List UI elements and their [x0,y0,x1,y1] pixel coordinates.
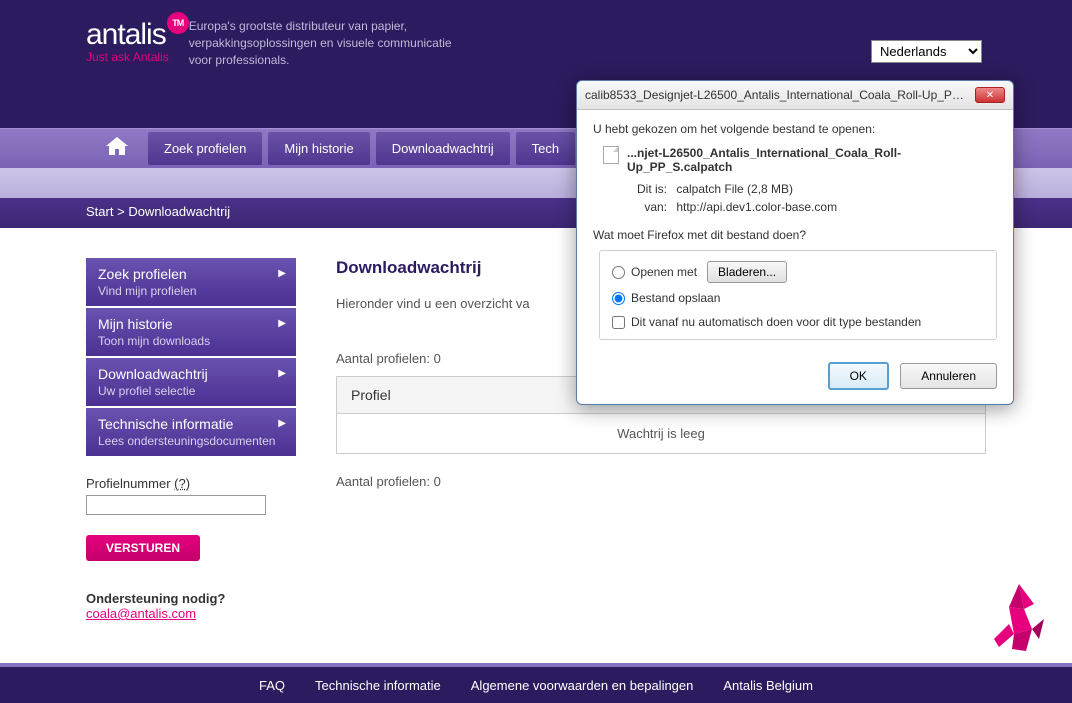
footer-antalis-belgium[interactable]: Antalis Belgium [723,678,813,693]
file-icon [603,146,619,164]
sidebar-item-label: Downloadwachtrij [98,366,284,382]
profile-number-label: Profielnummer (?) [86,476,296,491]
sidebar-item-label: Technische informatie [98,416,284,432]
sidebar-item-label: Mijn historie [98,316,284,332]
support-block: Ondersteuning nodig? coala@antalis.com [86,591,296,621]
chevron-right-icon: ▶ [278,368,286,379]
chevron-right-icon: ▶ [278,318,286,329]
logo-tm-badge: TM [167,12,189,34]
save-file-label: Bestand opslaan [631,291,720,305]
tagline: Just ask Antalis [86,50,169,64]
browse-button[interactable]: Bladeren... [707,261,787,283]
open-with-label: Openen met [631,265,697,279]
dialog-title-text: calib8533_Designjet-L26500_Antalis_Inter… [585,88,965,102]
sidebar-item-sub: Uw profiel selectie [98,384,284,398]
logo-text: antalis [86,18,166,51]
sidebar-item-sub: Lees ondersteuningsdocumenten [98,434,284,448]
table-empty-message: Wachtrij is leeg [337,414,985,453]
breadcrumb-sep: > [117,204,125,219]
language-dropdown[interactable]: Nederlands [871,40,982,63]
cancel-button[interactable]: Annuleren [900,363,997,389]
sidebar-item-label: Zoek profielen [98,266,284,282]
send-button[interactable]: VERSTUREN [86,535,200,561]
dialog-filename: ...njet-L26500_Antalis_International_Coa… [627,146,997,174]
sidebar-item-sub: Toon mijn downloads [98,334,284,348]
open-with-radio[interactable] [612,266,625,279]
footer-faq[interactable]: FAQ [259,678,285,693]
help-hint[interactable]: (?) [174,476,190,491]
breadcrumb-current: Downloadwachtrij [128,204,230,219]
footer-terms[interactable]: Algemene voorwaarden en bepalingen [471,678,694,693]
file-from-label: van: [627,200,667,214]
profile-number-input[interactable] [86,495,266,515]
header-description: Europa's grootste distributeur van papie… [189,18,469,68]
sidebar-item-search[interactable]: Zoek profielen Vind mijn profielen ▶ [86,258,296,306]
sidebar-item-techinfo[interactable]: Technische informatie Lees ondersteuning… [86,408,296,456]
support-email-link[interactable]: coala@antalis.com [86,606,196,621]
file-type-value: calpatch File (2,8 MB) [676,182,793,196]
chevron-right-icon: ▶ [278,418,286,429]
dialog-prompt: U hebt gekozen om het volgende bestand t… [593,122,997,136]
nav-search-profiles[interactable]: Zoek profielen [148,132,262,165]
file-from-value: http://api.dev1.color-base.com [676,200,837,214]
breadcrumb-start[interactable]: Start [86,204,113,219]
save-file-radio[interactable] [612,292,625,305]
nav-tech[interactable]: Tech [516,132,575,165]
logo: antalis TM [86,18,169,52]
home-icon[interactable] [86,134,148,164]
file-type-label: Dit is: [627,182,667,196]
download-dialog: calib8533_Designjet-L26500_Antalis_Inter… [576,80,1014,405]
close-button[interactable]: ✕ [975,87,1005,103]
sidebar-item-queue[interactable]: Downloadwachtrij Uw profiel selectie ▶ [86,358,296,406]
origami-figure [984,579,1054,659]
auto-action-label: Dit vanaf nu automatisch doen voor dit t… [631,315,921,329]
chevron-right-icon: ▶ [278,268,286,279]
support-label: Ondersteuning nodig? [86,591,296,606]
nav-my-history[interactable]: Mijn historie [268,132,369,165]
auto-action-checkbox[interactable] [612,316,625,329]
language-selector[interactable]: Nederlands [871,40,982,63]
ok-button[interactable]: OK [828,362,889,390]
sidebar-item-sub: Vind mijn profielen [98,284,284,298]
footer-techinfo[interactable]: Technische informatie [315,678,441,693]
profile-count-bottom: Aantal profielen: 0 [336,474,986,489]
nav-download-queue[interactable]: Downloadwachtrij [376,132,510,165]
sidebar-item-history[interactable]: Mijn historie Toon mijn downloads ▶ [86,308,296,356]
dialog-action-prompt: Wat moet Firefox met dit bestand doen? [593,228,997,242]
